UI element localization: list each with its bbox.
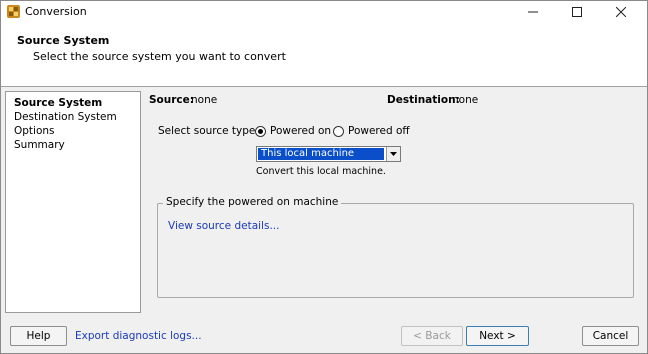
maximize-button[interactable] <box>555 1 599 23</box>
source-label: Source: <box>149 94 194 106</box>
window-title: Conversion <box>25 5 87 18</box>
conversion-app-icon <box>7 5 20 18</box>
next-button[interactable]: Next > <box>466 326 529 346</box>
nav-item-options[interactable]: Options <box>14 125 55 137</box>
cancel-button[interactable]: Cancel <box>582 326 639 346</box>
group-label: Specify the powered on machine <box>163 196 342 208</box>
minimize-icon <box>528 11 538 13</box>
close-button[interactable] <box>599 1 643 23</box>
machine-description: Convert this local machine. <box>256 166 386 177</box>
powered-on-label[interactable]: Powered on <box>270 125 331 137</box>
chevron-down-icon <box>390 152 397 156</box>
view-source-details-link[interactable]: View source details... <box>168 220 279 232</box>
destination-value: none <box>452 94 479 106</box>
powered-off-radio[interactable] <box>333 126 344 137</box>
back-button[interactable]: < Back <box>401 326 463 346</box>
minimize-button[interactable] <box>511 1 555 23</box>
nav-item-source-system[interactable]: Source System <box>14 97 102 109</box>
nav-item-summary[interactable]: Summary <box>14 139 65 151</box>
source-value: none <box>191 94 218 106</box>
maximize-icon <box>572 7 582 17</box>
source-type-label: Select source type: <box>158 125 259 137</box>
page-subtitle: Select the source system you want to con… <box>33 50 286 63</box>
title-bar: Conversion <box>1 1 647 23</box>
powered-on-machine-group: Specify the powered on machine View sour… <box>157 196 634 298</box>
help-button[interactable]: Help <box>10 326 67 346</box>
export-diagnostic-logs-link[interactable]: Export diagnostic logs... <box>75 330 202 342</box>
wizard-steps-nav: Source System Destination System Options… <box>5 91 141 313</box>
wizard-footer: Help Export diagnostic logs... < Back Ne… <box>1 315 647 353</box>
conversion-window: Conversion Source System Select the sour… <box>0 0 648 354</box>
wizard-header: Source System Select the source system y… <box>1 23 647 87</box>
powered-on-radio[interactable] <box>255 126 266 137</box>
destination-label: Destination: <box>387 94 460 106</box>
source-machine-selected: This local machine <box>258 148 384 160</box>
close-icon <box>616 7 626 17</box>
page-title: Source System <box>17 34 110 47</box>
source-machine-select[interactable]: This local machine <box>256 146 401 162</box>
powered-off-label[interactable]: Powered off <box>348 125 410 137</box>
dropdown-arrow-button[interactable] <box>386 147 400 161</box>
nav-item-destination-system[interactable]: Destination System <box>14 111 117 123</box>
